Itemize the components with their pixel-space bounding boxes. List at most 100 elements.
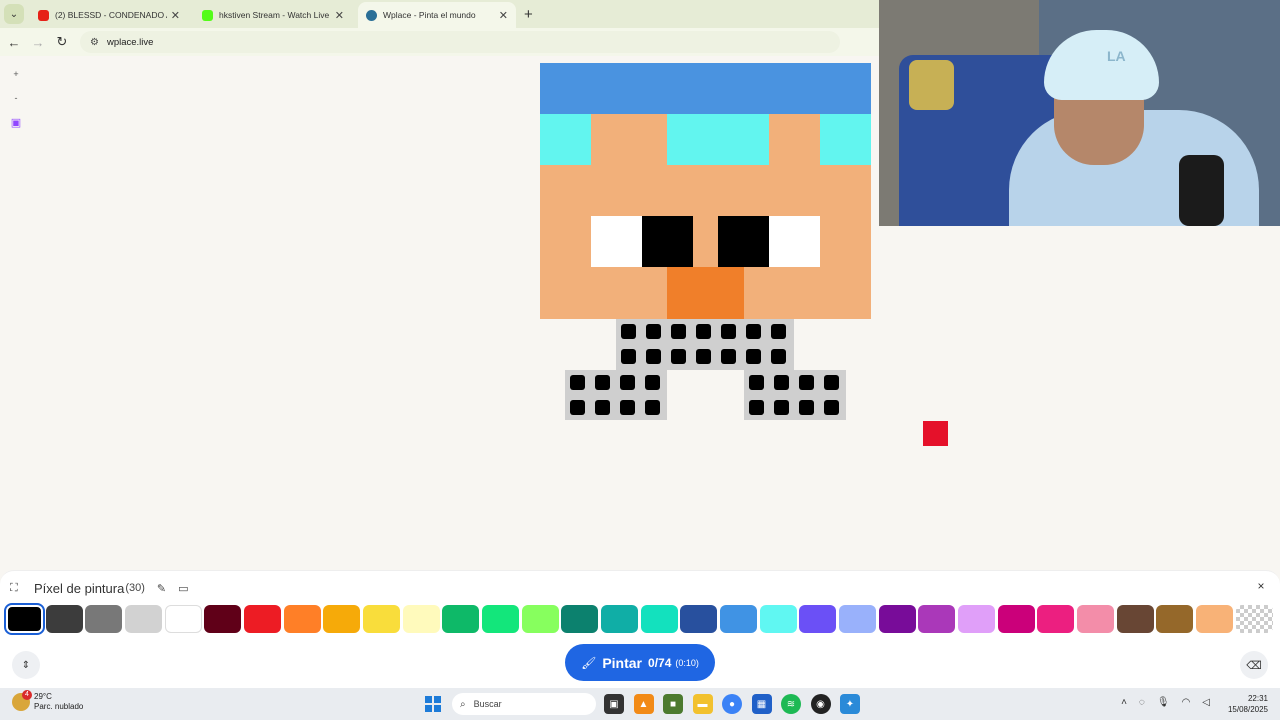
color-swatch[interactable] — [720, 605, 758, 633]
site-info-icon[interactable]: ⚙ — [90, 37, 99, 48]
keyboard-icon[interactable]: ▭ — [178, 582, 188, 595]
color-swatch[interactable] — [918, 605, 956, 633]
volume-icon[interactable]: ◁ — [1202, 697, 1210, 708]
weather-widget[interactable]: 4 29°C Parc. nublado — [12, 690, 84, 712]
reload-icon[interactable]: ↻ — [50, 34, 74, 50]
twitch-icon[interactable]: ▣ — [6, 112, 26, 132]
art-eye — [591, 216, 642, 267]
art-eye — [642, 216, 693, 267]
color-swatch[interactable] — [997, 605, 1035, 633]
spotify-icon[interactable]: ≋ — [781, 694, 801, 714]
taskbar: 4 29°C Parc. nublado ⌕ Buscar ▣ ▲ ■ ▬ ● … — [0, 688, 1280, 720]
notification-badge: 4 — [22, 690, 32, 700]
new-tab-button[interactable]: + — [524, 6, 533, 23]
address-bar-row: ← → ↻ ⚙ wplace.live — [0, 28, 880, 56]
color-swatch[interactable] — [402, 605, 440, 633]
clock[interactable]: 22:31 15/08/2025 — [1228, 693, 1268, 715]
color-swatch[interactable] — [759, 605, 797, 633]
paint-count: 0/74 — [648, 655, 672, 670]
art-hair — [540, 114, 591, 165]
minecraft-icon[interactable]: ■ — [663, 694, 683, 714]
pixel-count: (30) — [125, 582, 145, 594]
weather-icon: 4 — [12, 690, 32, 711]
tab-label: (2) BLESSD - CONDENADO AL — [55, 10, 167, 20]
close-icon[interactable]: ✕ — [171, 9, 180, 22]
wifi-icon[interactable]: ◠ — [1182, 697, 1191, 708]
chevron-up-icon[interactable]: ˄ — [1121, 697, 1127, 708]
browser-tab-strip: ⌄ (2) BLESSD - CONDENADO AL ✕ hkstiven S… — [0, 0, 880, 28]
color-swatch[interactable] — [601, 605, 639, 633]
color-swatch[interactable] — [958, 605, 996, 633]
tab-label: Wplace - Pinta el mundo — [383, 10, 476, 20]
search-icon: ⌕ — [460, 698, 466, 710]
color-swatch[interactable] — [482, 605, 520, 633]
weather-desc: Parc. nublado — [34, 702, 84, 711]
app-icon[interactable]: ✦ — [840, 694, 860, 714]
color-swatch[interactable] — [680, 605, 718, 633]
map-tools: + - ▣ — [6, 64, 26, 136]
search-placeholder: Buscar — [473, 699, 502, 709]
toggle-panel-icon[interactable]: ⇕ — [12, 651, 40, 679]
tab-kick-stream[interactable]: hkstiven Stream - Watch Live o ✕ — [194, 2, 352, 28]
color-swatch[interactable] — [1077, 605, 1115, 633]
color-swatch[interactable] — [878, 605, 916, 633]
steam-icon[interactable]: ◉ — [810, 694, 831, 714]
tab-search-menu-button[interactable]: ⌄ — [4, 4, 24, 24]
color-swatch[interactable] — [442, 605, 480, 633]
expand-icon[interactable]: ⛶ — [10, 582, 28, 595]
brush-icon: 🖌 — [581, 655, 597, 670]
color-swatch[interactable] — [640, 605, 678, 633]
zoom-out-button[interactable]: - — [6, 88, 26, 108]
art-eye — [769, 216, 820, 267]
zoom-in-button[interactable]: + — [6, 64, 26, 84]
color-swatch[interactable] — [1235, 605, 1273, 633]
paint-button[interactable]: 🖌 Pintar 0/74 (0:10) — [565, 644, 715, 681]
color-swatch[interactable] — [521, 605, 559, 633]
vlc-icon[interactable]: ▲ — [633, 694, 654, 714]
color-swatch[interactable] — [1116, 605, 1154, 633]
color-swatch[interactable] — [164, 605, 202, 633]
color-swatch[interactable] — [244, 605, 282, 633]
color-swatch[interactable] — [323, 605, 361, 633]
art-beak — [667, 267, 744, 319]
tab-wplace[interactable]: Wplace - Pinta el mundo ✕ — [358, 2, 516, 28]
color-swatch[interactable] — [4, 603, 45, 635]
art-hat — [540, 63, 871, 114]
date: 15/08/2025 — [1227, 705, 1268, 714]
tab-blessd[interactable]: (2) BLESSD - CONDENADO AL ✕ — [30, 2, 188, 28]
url-field[interactable]: ⚙ wplace.live — [80, 31, 840, 53]
taskbar-search[interactable]: ⌕ Buscar — [452, 693, 596, 715]
color-swatch[interactable] — [363, 605, 401, 633]
file-explorer-icon[interactable]: ▬ — [692, 694, 713, 714]
color-swatch[interactable] — [1196, 605, 1234, 633]
color-swatch[interactable] — [204, 605, 242, 633]
webcam-overlay: LA — [879, 0, 1280, 226]
color-swatch[interactable] — [1037, 605, 1075, 633]
pending-pixels — [565, 370, 667, 420]
color-swatch[interactable] — [839, 605, 877, 633]
color-swatch[interactable] — [85, 605, 123, 633]
close-icon[interactable]: ✕ — [335, 9, 344, 22]
windows-start-icon[interactable] — [425, 696, 441, 712]
color-swatch[interactable] — [1156, 605, 1194, 633]
task-view-icon[interactable]: ▣ — [604, 694, 624, 714]
system-tray: ˄ ◌ 🎙 ◠ ◁ — [1109, 697, 1210, 708]
youtube-icon — [38, 9, 49, 21]
color-swatch[interactable] — [283, 605, 321, 633]
color-swatch[interactable] — [561, 605, 599, 633]
chrome-icon[interactable]: ● — [722, 694, 742, 714]
forward-icon[interactable]: → — [26, 35, 50, 50]
color-swatch[interactable] — [45, 605, 83, 633]
store-icon[interactable]: ▦ — [751, 694, 772, 714]
color-swatch[interactable] — [125, 605, 163, 633]
microphone-icon[interactable]: 🎙 — [1157, 697, 1170, 708]
pending-pixels — [744, 370, 846, 420]
close-panel-button[interactable]: × — [1252, 579, 1270, 593]
time: 22:31 — [1247, 694, 1268, 703]
color-swatch[interactable] — [799, 605, 837, 633]
pencil-icon[interactable]: ✎ — [157, 582, 166, 595]
back-icon[interactable]: ← — [2, 35, 26, 50]
network-icon[interactable]: ◌ — [1139, 697, 1145, 708]
eraser-icon[interactable]: ⌫ — [1240, 651, 1268, 679]
close-icon[interactable]: ✕ — [499, 9, 508, 22]
